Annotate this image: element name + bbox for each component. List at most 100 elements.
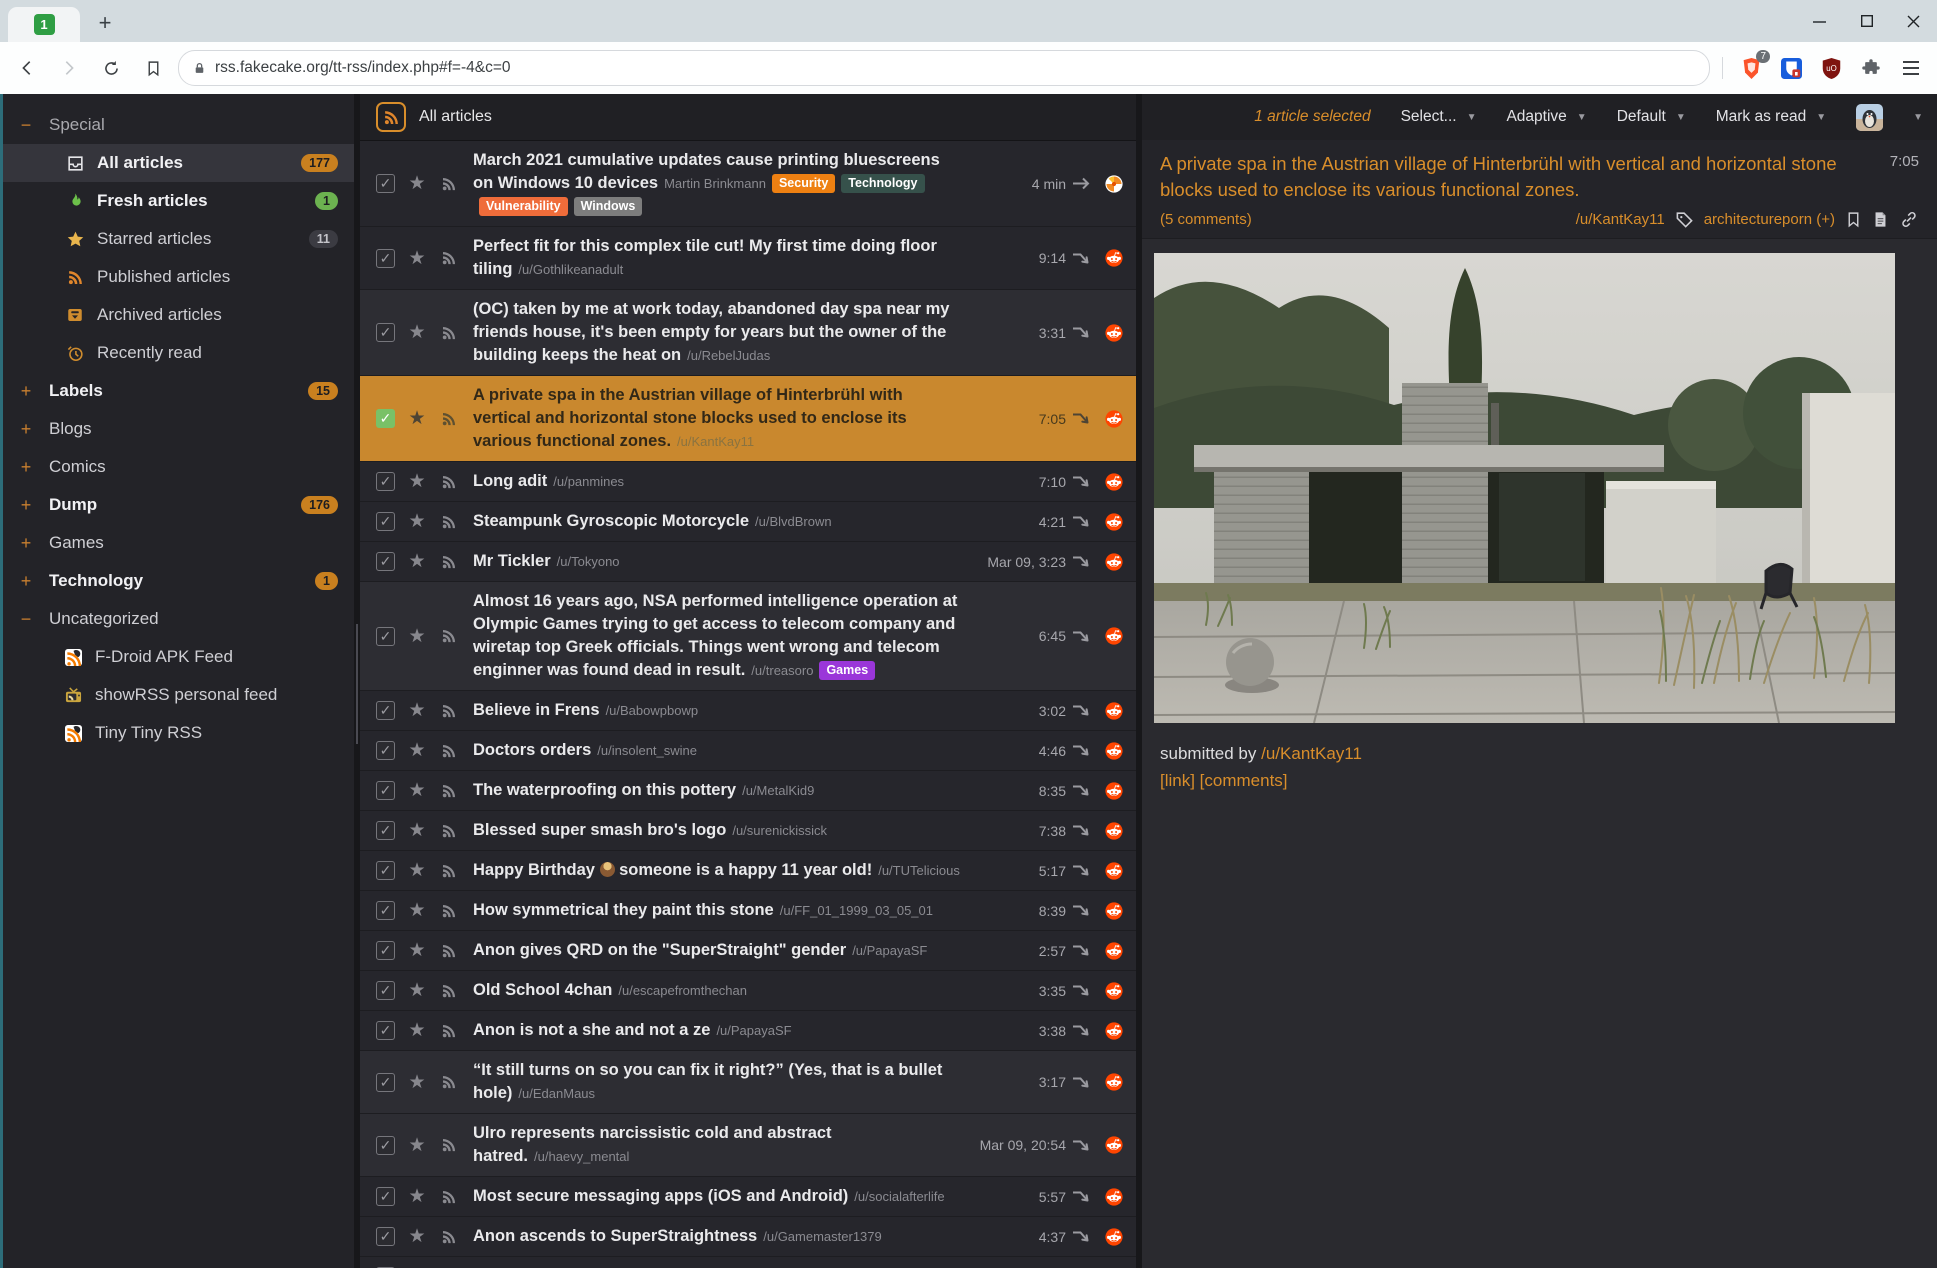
star-icon[interactable]: ★ (406, 625, 428, 648)
tag-chip-vulnerability[interactable]: Vulnerability (479, 197, 568, 216)
sidebar-category-games[interactable]: +Games (3, 524, 354, 562)
comments-count-link[interactable]: (5 comments) (1160, 211, 1252, 228)
close-button[interactable] (1890, 0, 1937, 42)
select-dropdown[interactable]: Select...▼ (1401, 108, 1477, 126)
new-tab-button[interactable]: + (90, 8, 120, 38)
expander-icon[interactable]: + (3, 571, 49, 592)
browser-menu-button[interactable] (1895, 52, 1927, 84)
reload-button[interactable] (94, 51, 128, 85)
forward-button[interactable] (52, 51, 86, 85)
star-icon[interactable]: ★ (406, 172, 428, 195)
article-checkbox[interactable] (376, 174, 395, 193)
article-row[interactable]: ★Doctors orders/u/insolent_swine4:46 (360, 731, 1136, 771)
star-icon[interactable]: ★ (406, 247, 428, 270)
expander-icon[interactable]: − (3, 115, 49, 136)
article-row[interactable]: ★Almost 16 years ago, NSA performed inte… (360, 582, 1136, 691)
star-icon[interactable]: ★ (406, 939, 428, 962)
article-row[interactable]: ★Happy Birthday someone is a happy 11 ye… (360, 851, 1136, 891)
article-feed-tag-link[interactable]: architectureporn (+) (1704, 211, 1835, 228)
sidebar-item-all-articles[interactable]: All articles177 (3, 144, 354, 182)
article-checkbox[interactable] (376, 1073, 395, 1092)
expander-icon[interactable]: + (3, 457, 49, 478)
sidebar-item-published-articles[interactable]: Published articles (3, 258, 354, 296)
article-links[interactable]: [link] [comments] (1154, 771, 1925, 791)
article-row[interactable]: ★March 2021 cumulative updates cause pri… (360, 141, 1136, 227)
article-row[interactable]: ★Long adit/u/panmines7:10 (360, 462, 1136, 502)
article-checkbox[interactable] (376, 1021, 395, 1040)
tag-chip-games[interactable]: Games (819, 661, 875, 680)
article-row[interactable]: ★Anon gives QRD on the "SuperStraight" g… (360, 931, 1136, 971)
sidebar-splitter[interactable] (354, 94, 360, 1268)
expander-icon[interactable]: + (3, 495, 49, 516)
article-row[interactable]: ★A private spa in the Austrian village o… (360, 376, 1136, 462)
star-icon[interactable]: ★ (406, 407, 428, 430)
sidebar-item-starred-articles[interactable]: Starred articles11 (3, 220, 354, 258)
article-row[interactable]: ★Most secure messaging apps (iOS and And… (360, 1177, 1136, 1217)
article-checkbox[interactable] (376, 821, 395, 840)
article-row[interactable]: ★Ulro represents narcissistic cold and a… (360, 1114, 1136, 1177)
star-icon[interactable]: ★ (406, 1071, 428, 1094)
article-checkbox[interactable] (376, 409, 395, 428)
star-icon[interactable]: ★ (406, 470, 428, 493)
article-title-link[interactable]: A private spa in the Austrian village of… (1160, 151, 1853, 203)
article-checkbox[interactable] (376, 941, 395, 960)
article-row[interactable]: ★Perfect fit for this complex tile cut! … (360, 227, 1136, 290)
sidebar-feed-tiny-tiny-rss[interactable]: Tiny Tiny RSS (3, 714, 354, 752)
star-icon[interactable]: ★ (406, 779, 428, 802)
profile-menu-caret[interactable]: ▼ (1913, 112, 1923, 123)
address-bar[interactable]: rss.fakecake.org/tt-rss/index.php#f=-4&c… (178, 50, 1710, 86)
ublock-extension-button[interactable]: uO (1815, 52, 1847, 84)
star-icon[interactable]: ★ (406, 321, 428, 344)
article-checkbox[interactable] (376, 512, 395, 531)
star-icon[interactable]: ★ (406, 699, 428, 722)
article-row[interactable]: ★How symmetrical they paint this stone/u… (360, 891, 1136, 931)
sidebar-category-labels[interactable]: +Labels15 (3, 372, 354, 410)
article-checkbox[interactable] (376, 1136, 395, 1155)
star-icon[interactable]: ★ (406, 1019, 428, 1042)
sort-order-dropdown[interactable]: Default▼ (1617, 108, 1686, 126)
star-icon[interactable]: ★ (406, 1185, 428, 1208)
article-checkbox[interactable] (376, 981, 395, 1000)
sidebar-category-dump[interactable]: +Dump176 (3, 486, 354, 524)
article-row[interactable]: ★Old School 4chan/u/escapefromthechan3:3… (360, 971, 1136, 1011)
brave-extension-button[interactable]: 7 (1735, 52, 1767, 84)
expander-icon[interactable]: + (3, 381, 49, 402)
star-icon[interactable]: ★ (406, 979, 428, 1002)
article-row[interactable]: ★Steampunk Gyroscopic Motorcycle/u/BlvdB… (360, 502, 1136, 542)
tag-chip-windows[interactable]: Windows (574, 197, 643, 216)
article-row[interactable]: ★ (360, 1257, 1136, 1268)
article-row[interactable]: ★Anon ascends to SuperStraightness/u/Gam… (360, 1217, 1136, 1257)
article-checkbox[interactable] (376, 781, 395, 800)
minimize-button[interactable] (1796, 0, 1843, 42)
star-icon[interactable]: ★ (406, 859, 428, 882)
article-checkbox[interactable] (376, 249, 395, 268)
article-checkbox[interactable] (376, 901, 395, 920)
star-icon[interactable]: ★ (406, 899, 428, 922)
browser-tab[interactable]: 1 (8, 7, 80, 42)
article-checkbox[interactable] (376, 701, 395, 720)
submitted-author-link[interactable]: /u/KantKay11 (1261, 744, 1362, 763)
article-row[interactable]: ★(OC) taken by me at work today, abandon… (360, 290, 1136, 376)
article-checkbox[interactable] (376, 861, 395, 880)
expander-icon[interactable]: + (3, 419, 49, 440)
article-checkbox[interactable] (376, 1187, 395, 1206)
tag-chip-technology[interactable]: Technology (841, 174, 924, 193)
sidebar-item-archived-articles[interactable]: Archived articles (3, 296, 354, 334)
link-icon[interactable] (1899, 210, 1919, 229)
reader-splitter[interactable] (1136, 94, 1142, 1268)
article-row[interactable]: ★Mr Tickler/u/TokyonoMar 09, 3:23 (360, 542, 1136, 582)
mark-as-read-dropdown[interactable]: Mark as read▼ (1716, 108, 1826, 126)
bookmark-button[interactable] (136, 51, 170, 85)
article-author-link[interactable]: /u/KantKay11 (1576, 211, 1665, 228)
sidebar-item-fresh-articles[interactable]: Fresh articles1 (3, 182, 354, 220)
article-checkbox[interactable] (376, 552, 395, 571)
article-row[interactable]: ★“It still turns on so you can fix it ri… (360, 1051, 1136, 1114)
sidebar-category-comics[interactable]: +Comics (3, 448, 354, 486)
back-button[interactable] (10, 51, 44, 85)
sidebar-feed-f-droid-apk-feed[interactable]: F-Droid APK Feed (3, 638, 354, 676)
article-checkbox[interactable] (376, 627, 395, 646)
article-checkbox[interactable] (376, 741, 395, 760)
article-row[interactable]: ★Believe in Frens/u/Babowpbowp3:02 (360, 691, 1136, 731)
sidebar-category-technology[interactable]: +Technology1 (3, 562, 354, 600)
expander-icon[interactable]: − (3, 609, 49, 630)
